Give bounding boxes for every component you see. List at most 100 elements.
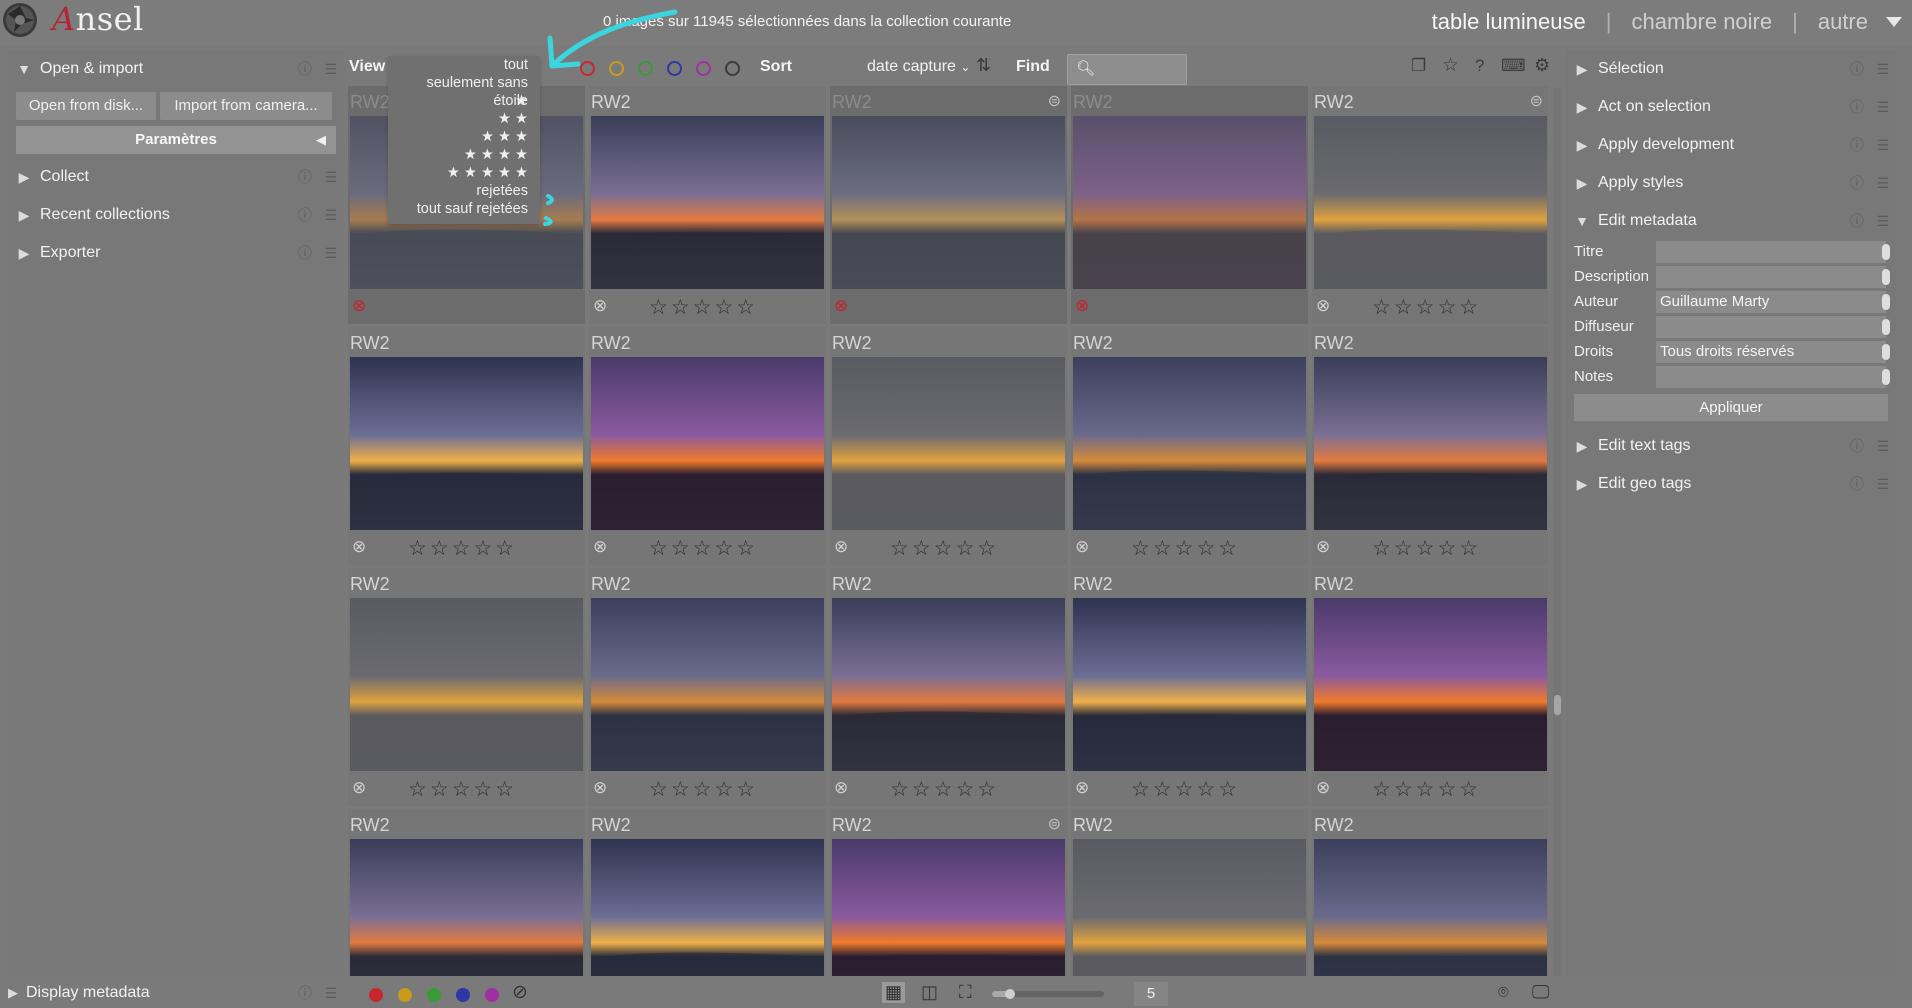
reset-icon[interactable]: ⓘ — [1844, 211, 1870, 231]
filter-option-all-except-rejected[interactable]: tout sauf rejetées — [388, 200, 540, 218]
color-filter-red[interactable] — [580, 61, 595, 76]
star-overlay-icon[interactable]: ☆ — [1442, 54, 1459, 77]
module-display-metadata[interactable]: ▶ Display metadata ⓘ ☰ — [0, 978, 344, 1008]
view-darkroom[interactable]: chambre noire — [1631, 9, 1772, 35]
reset-icon[interactable]: ⓘ — [292, 205, 318, 225]
color-filter-yellow[interactable] — [609, 61, 624, 76]
reject-icon[interactable]: ⊗ — [593, 778, 607, 798]
keyboard-icon[interactable]: ⌨ — [1501, 56, 1526, 76]
reset-icon[interactable]: ⓘ — [1844, 135, 1870, 155]
field-toggle[interactable] — [1882, 294, 1890, 310]
thumbnail-cell[interactable]: RW2⊗☆☆☆☆☆ — [348, 809, 585, 976]
photo-thumbnail[interactable] — [591, 357, 824, 530]
zoom-slider-handle[interactable] — [1005, 989, 1015, 999]
author-field[interactable]: Guillaume Marty — [1656, 291, 1886, 313]
reject-icon[interactable]: ⊗ — [1316, 537, 1330, 557]
display-profile-icon[interactable]: 🖵︎ — [1532, 982, 1549, 1003]
presets-menu-icon[interactable]: ☰ — [1870, 61, 1896, 78]
reject-icon[interactable]: ⊗ — [834, 537, 848, 557]
color-filter-none[interactable] — [725, 61, 740, 76]
star-rating[interactable]: ☆☆☆☆☆ — [1372, 777, 1481, 802]
photo-thumbnail[interactable] — [832, 357, 1065, 530]
thumbnail-cell[interactable]: RW2⊗☆☆☆☆☆ — [830, 327, 1067, 565]
photo-thumbnail[interactable] — [1314, 116, 1547, 289]
thumbnail-cell[interactable]: RW2⊗☆☆☆☆☆ — [1071, 327, 1308, 565]
field-toggle[interactable] — [1882, 244, 1890, 260]
field-toggle[interactable] — [1882, 269, 1890, 285]
reject-icon[interactable]: ⊗ — [1316, 296, 1330, 316]
focus-peaking-icon[interactable]: ⌾ — [1498, 982, 1509, 1003]
thumbnail-cell[interactable]: RW2⊗☆☆☆☆☆ — [1312, 809, 1548, 976]
reset-icon[interactable]: ⓘ — [1844, 474, 1870, 494]
star-rating[interactable]: ☆☆☆☆☆ — [1131, 536, 1240, 561]
grid-scrollbar[interactable] — [1553, 88, 1561, 976]
thumbnail-cell[interactable]: RW2⊗☆☆☆☆☆ — [348, 568, 585, 806]
presets-menu-icon[interactable]: ☰ — [1870, 99, 1896, 116]
scrollbar-thumb[interactable] — [1554, 695, 1561, 715]
reset-icon[interactable]: ⓘ — [1844, 97, 1870, 117]
filter-option-rejected[interactable]: rejetées — [388, 182, 540, 200]
filter-option-2-stars[interactable]: ★ ★ — [388, 110, 540, 128]
help-icon[interactable]: ? — [1475, 56, 1484, 76]
reset-icon[interactable]: ⓘ — [292, 243, 318, 263]
presets-menu-icon[interactable]: ☰ — [1870, 476, 1896, 493]
module-selection[interactable]: ▶ Sélection ⓘ ☰ — [1566, 50, 1896, 88]
thumbnail-cell[interactable]: RW2 ⊜ ⊗ ☆☆☆☆☆ — [1312, 86, 1548, 324]
photo-thumbnail[interactable] — [350, 357, 583, 530]
thumbnail-cell[interactable]: RW2⊗☆☆☆☆☆ — [589, 568, 826, 806]
reject-icon[interactable]: ⊗ — [1075, 778, 1089, 798]
photo-thumbnail[interactable] — [1073, 116, 1306, 289]
reject-icon[interactable]: ⊗ — [1075, 296, 1089, 316]
module-exporter[interactable]: ▶ Exporter ⓘ ☰ — [8, 234, 344, 272]
photo-thumbnail[interactable] — [1314, 598, 1547, 771]
reject-icon[interactable]: ⊗ — [1075, 537, 1089, 557]
filter-option-unstarred[interactable]: seulement sans étoile — [388, 74, 540, 109]
photo-thumbnail[interactable] — [591, 598, 824, 771]
star-rating[interactable]: ☆☆☆☆☆ — [890, 777, 999, 802]
presets-menu-icon[interactable]: ☰ — [318, 61, 344, 78]
open-from-disk-button[interactable]: Open from disk... — [16, 92, 156, 120]
module-open-import[interactable]: ▼ Open & import ⓘ ☰ — [8, 50, 344, 88]
presets-menu-icon[interactable]: ☰ — [318, 245, 344, 262]
photo-thumbnail[interactable] — [350, 598, 583, 771]
reset-icon[interactable]: ⓘ — [292, 59, 318, 79]
photo-thumbnail[interactable] — [832, 839, 1065, 976]
module-apply-styles[interactable]: ▶ Apply styles ⓘ ☰ — [1566, 164, 1896, 202]
star-rating[interactable]: ☆☆☆☆☆ — [408, 777, 517, 802]
preview-layout-icon[interactable]: ⛶ — [959, 982, 972, 1003]
presets-menu-icon[interactable]: ☰ — [1870, 137, 1896, 154]
group-icon[interactable]: ⊜ — [1530, 91, 1543, 111]
field-toggle[interactable] — [1882, 319, 1890, 335]
photo-thumbnail[interactable] — [1314, 839, 1547, 976]
thumbnail-cell[interactable]: RW2⊗☆☆☆☆☆ — [830, 568, 1067, 806]
color-label-green[interactable] — [427, 988, 441, 1002]
group-icon[interactable]: ⊜ — [1048, 91, 1061, 111]
thumbnail-cell[interactable]: RW2⊗☆☆☆☆☆ — [1071, 568, 1308, 806]
view-lighttable[interactable]: table lumineuse — [1432, 9, 1586, 35]
filter-option-4-stars[interactable]: ★ ★ ★ ★ — [388, 146, 540, 164]
reject-icon[interactable]: ⊗ — [593, 296, 607, 316]
description-field[interactable] — [1656, 266, 1886, 288]
star-rating[interactable]: ☆☆☆☆☆ — [649, 295, 758, 320]
presets-menu-icon[interactable]: ☰ — [318, 169, 344, 186]
publisher-field[interactable] — [1656, 316, 1886, 338]
zoom-slider[interactable] — [992, 989, 1104, 999]
reset-icon[interactable]: ⓘ — [292, 167, 318, 187]
thumbnail-cell[interactable]: RW2⊗☆☆☆☆☆ — [589, 327, 826, 565]
filemanager-layout-icon[interactable]: ▦ — [882, 982, 906, 1003]
filter-option-5-stars[interactable]: ★ ★ ★ ★ ★ — [388, 164, 540, 182]
photo-thumbnail[interactable] — [1073, 598, 1306, 771]
color-filter-blue[interactable] — [667, 61, 682, 76]
color-label-yellow[interactable] — [398, 988, 412, 1002]
module-collect[interactable]: ▶ Collect ⓘ ☰ — [8, 158, 344, 196]
thumbnail-cell[interactable]: RW2⊗☆☆☆☆☆ — [589, 86, 826, 324]
reset-icon[interactable]: ⓘ — [1844, 59, 1870, 79]
color-filter-purple[interactable] — [696, 61, 711, 76]
star-rating[interactable]: ☆☆☆☆☆ — [649, 536, 758, 561]
color-label-purple[interactable] — [485, 988, 499, 1002]
group-icon[interactable]: ⊜ — [1048, 814, 1061, 834]
photo-thumbnail[interactable] — [1073, 839, 1306, 976]
module-apply-development[interactable]: ▶ Apply development ⓘ ☰ — [1566, 126, 1896, 164]
photo-thumbnail[interactable] — [1073, 357, 1306, 530]
reject-icon[interactable]: ⊗ — [352, 778, 366, 798]
